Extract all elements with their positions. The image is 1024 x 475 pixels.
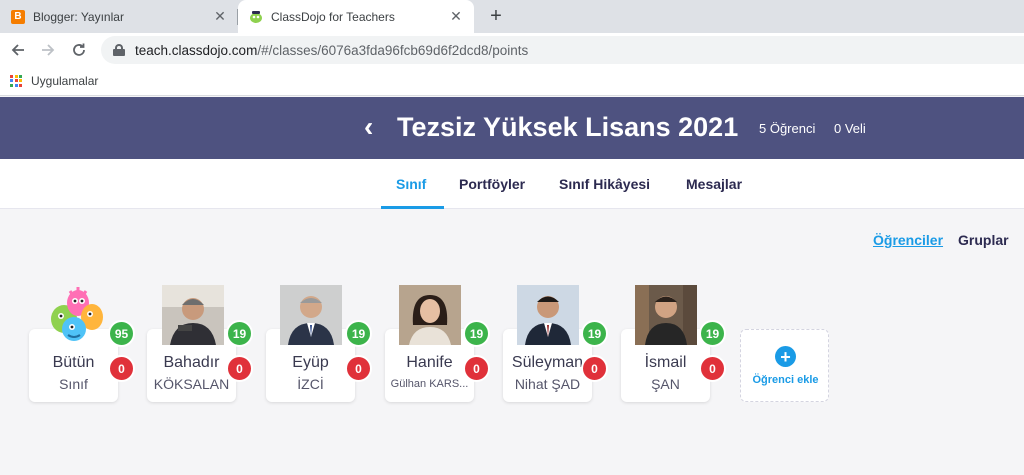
browser-tab-classdojo[interactable]: ClassDojo for Teachers ✕ <box>238 0 474 33</box>
negative-points-badge[interactable]: 0 <box>581 355 608 382</box>
classdojo-icon <box>249 10 263 24</box>
parents-count[interactable]: 0 Veli <box>834 121 866 136</box>
students-count[interactable]: 5 Öğrenci <box>759 121 815 136</box>
student-photo <box>280 285 342 345</box>
class-title: Tezsiz Yüksek Lisans 2021 <box>397 112 739 142</box>
reload-icon[interactable] <box>67 38 91 62</box>
lock-icon <box>113 44 125 56</box>
positive-points-badge[interactable]: 19 <box>345 320 372 347</box>
student-last-name: İZCİ <box>297 376 324 392</box>
back-arrow-icon[interactable] <box>6 38 30 62</box>
positive-points-badge[interactable]: 19 <box>463 320 490 347</box>
student-photo <box>635 285 697 345</box>
student-photo <box>517 285 579 345</box>
tab-sinif[interactable]: Sınıf <box>396 176 426 192</box>
negative-points-badge[interactable]: 0 <box>463 355 490 382</box>
close-icon[interactable]: ✕ <box>212 8 228 25</box>
browser-tabstrip: B Blogger: Yayınlar ✕ ClassDojo for Teac… <box>0 0 1024 33</box>
browser-toolbar: teach.classdojo.com/#/classes/6076a3fda9… <box>0 33 1024 66</box>
student-last-name: KÖKSALAN <box>153 376 230 392</box>
close-icon[interactable]: ✕ <box>448 8 464 25</box>
tab-title: ClassDojo for Teachers <box>271 9 395 24</box>
student-last-name: Sınıf <box>59 376 88 392</box>
negative-points-badge[interactable]: 0 <box>699 355 726 382</box>
apps-grid-icon[interactable] <box>10 74 22 87</box>
student-first-name: Bahadır <box>163 354 220 371</box>
blogger-icon: B <box>11 9 25 24</box>
tab-mesajlar[interactable]: Mesajlar <box>686 176 742 192</box>
student-first-name: Eyüp <box>292 354 329 371</box>
monsters-avatar-icon <box>44 283 108 345</box>
student-first-name: İsmail <box>644 354 687 371</box>
url-host: teach.classdojo.com <box>135 42 258 58</box>
url-text: teach.classdojo.com/#/classes/6076a3fda9… <box>135 43 528 58</box>
toggle-groups[interactable]: Gruplar <box>958 232 1009 248</box>
student-last-name: Nihat ŞAD <box>514 376 581 392</box>
plus-circle-icon: + <box>775 346 796 367</box>
negative-points-badge[interactable]: 0 <box>226 355 253 382</box>
class-header: ‹ Tezsiz Yüksek Lisans 2021 5 Öğrenci 0 … <box>0 97 1024 159</box>
negative-points-badge[interactable]: 0 <box>345 355 372 382</box>
student-first-name: Bütün <box>52 354 95 371</box>
class-nav: Sınıf Portföyler Sınıf Hikâyesi Mesajlar <box>0 159 1024 209</box>
student-photo <box>162 285 224 345</box>
tab-sinif-hikayesi[interactable]: Sınıf Hikâyesi <box>559 176 650 192</box>
url-path: /#/classes/6076a3fda96fcb69d6f2dcd8/poin… <box>257 42 529 58</box>
new-tab-icon[interactable]: + <box>484 4 508 28</box>
negative-points-badge[interactable]: 0 <box>108 355 135 382</box>
active-tab-indicator <box>381 206 444 209</box>
forward-arrow-icon[interactable] <box>36 38 60 62</box>
toggle-students[interactable]: Öğrenciler <box>873 232 943 248</box>
tab-title: Blogger: Yayınlar <box>33 9 124 24</box>
student-first-name: Hanife <box>406 354 453 371</box>
student-last-name: Gülhan KARS... <box>390 378 469 390</box>
browser-tab-blogger[interactable]: B Blogger: Yayınlar ✕ <box>0 0 238 33</box>
positive-points-badge[interactable]: 19 <box>699 320 726 347</box>
tab-portfoyler[interactable]: Portföyler <box>459 176 525 192</box>
chevron-left-icon[interactable]: ‹ <box>364 111 373 143</box>
bookmarks-bar: Uygulamalar <box>0 66 1024 96</box>
student-photo <box>399 285 461 345</box>
positive-points-badge[interactable]: 19 <box>581 320 608 347</box>
student-first-name: Süleyman <box>511 354 584 371</box>
positive-points-badge[interactable]: 95 <box>108 320 135 347</box>
add-student-button[interactable]: + Öğrenci ekle <box>740 329 829 402</box>
address-bar[interactable]: teach.classdojo.com/#/classes/6076a3fda9… <box>101 36 1024 64</box>
student-last-name: ŞAN <box>651 376 680 392</box>
bookmark-apps-label[interactable]: Uygulamalar <box>31 74 98 88</box>
add-student-label: Öğrenci ekle <box>752 374 819 386</box>
positive-points-badge[interactable]: 19 <box>226 320 253 347</box>
